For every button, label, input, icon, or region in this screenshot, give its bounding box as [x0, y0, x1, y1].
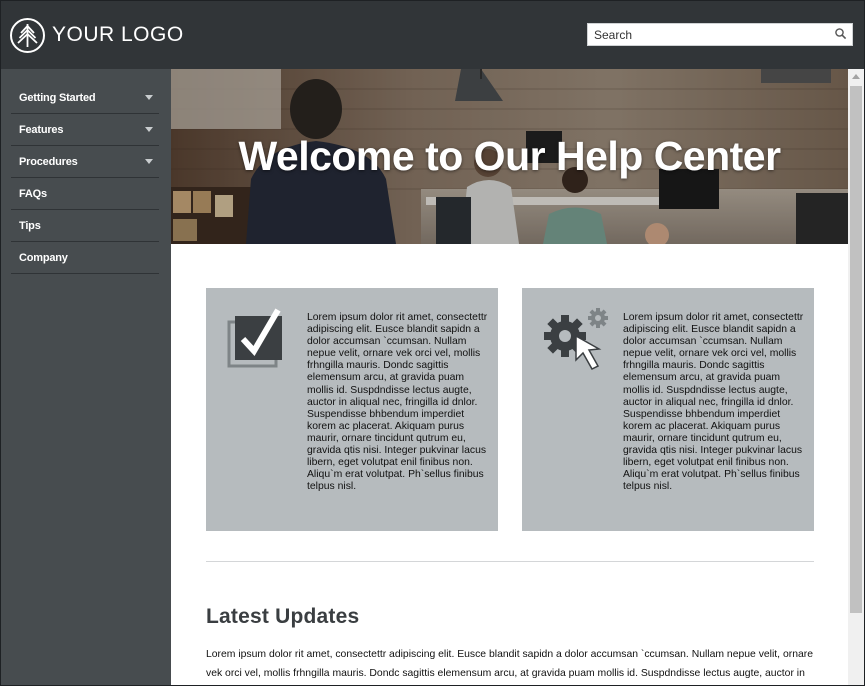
scroll-thumb[interactable] — [850, 86, 862, 613]
search-icon[interactable] — [834, 27, 848, 41]
latest-updates-text: Lorem ipsum dolor rit amet, consectettr … — [206, 649, 813, 679]
tree-logo-icon — [10, 17, 45, 53]
sidebar-item-label: Procedures — [19, 156, 78, 168]
hero-title: Welcome to Our Help Center — [238, 133, 781, 179]
top-header: YOUR LOGO — [1, 1, 864, 69]
card-text: Lorem ipsum dolor rit amet, consectettr … — [623, 312, 804, 493]
sidebar-item-tips[interactable]: Tips — [11, 210, 159, 242]
search-input[interactable] — [588, 24, 828, 45]
hero-banner: Welcome to Our Help Center — [171, 69, 848, 244]
help-center-window: YOUR LOGO Getting Started Features Proce… — [0, 0, 865, 686]
sidebar-item-label: Tips — [19, 220, 41, 232]
sidebar-item-company[interactable]: Company — [11, 242, 159, 274]
sidebar-item-label: FAQs — [19, 188, 47, 200]
logo[interactable]: YOUR LOGO — [9, 16, 184, 54]
sidebar-item-label: Getting Started — [19, 92, 96, 104]
card-text: Lorem ipsum dolor rit amet, consectettr … — [307, 312, 488, 493]
sidebar-item-features[interactable]: Features — [11, 114, 159, 146]
caret-down-icon — [145, 95, 153, 100]
latest-updates-heading: Latest Updates — [206, 605, 360, 628]
sidebar-nav: Getting Started Features Procedures FAQs… — [1, 69, 171, 685]
sidebar-item-label: Features — [19, 124, 64, 136]
caret-down-icon — [145, 127, 153, 132]
settings-cursor-icon — [544, 308, 608, 370]
checkbox-icon — [227, 308, 282, 368]
caret-down-icon — [145, 159, 153, 164]
vertical-scrollbar[interactable] — [848, 69, 864, 685]
logo-text: YOUR LOGO — [52, 23, 184, 46]
sidebar-item-label: Company — [19, 252, 68, 264]
feature-card[interactable]: Lorem ipsum dolor rit amet, consectettr … — [206, 288, 498, 531]
section-divider — [206, 561, 814, 562]
scroll-up-arrow-icon[interactable] — [852, 74, 860, 79]
sidebar-item-procedures[interactable]: Procedures — [11, 146, 159, 178]
feature-card[interactable]: Lorem ipsum dolor rit amet, consectettr … — [522, 288, 814, 531]
sidebar-item-faqs[interactable]: FAQs — [11, 178, 159, 210]
search-box — [587, 23, 853, 46]
main-content: Welcome to Our Help Center Lorem ipsum d… — [171, 69, 848, 685]
sidebar-item-getting-started[interactable]: Getting Started — [11, 82, 159, 114]
